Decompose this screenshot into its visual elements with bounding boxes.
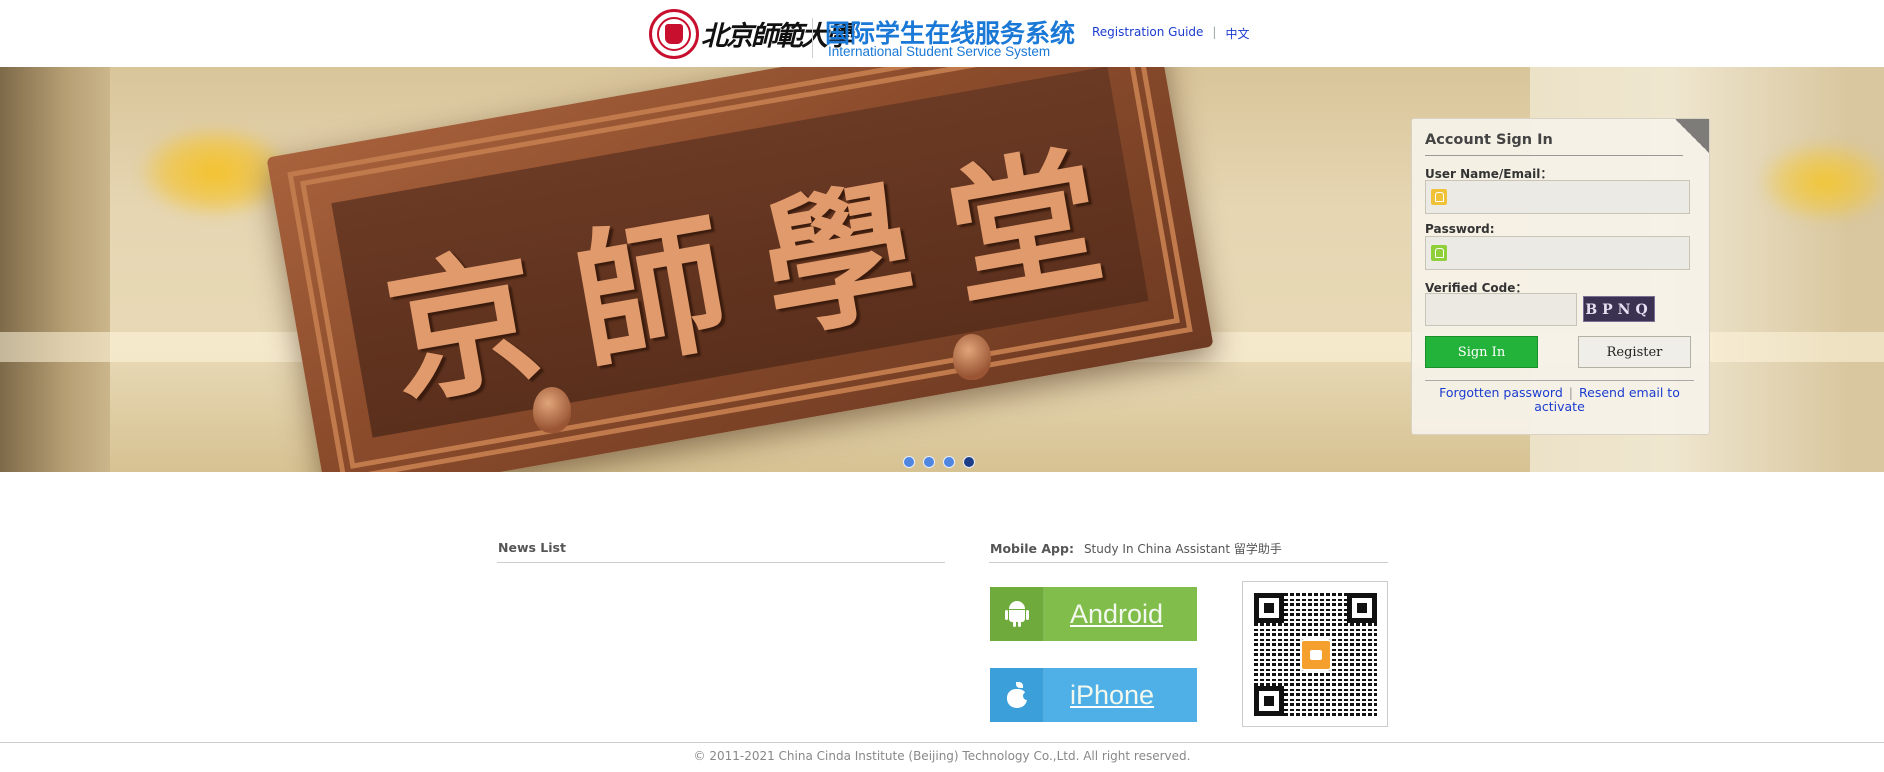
system-title-en[interactable]: International Student Service System — [828, 44, 1050, 59]
apple-bite — [1022, 692, 1031, 700]
plaque-ornament-left — [533, 387, 571, 433]
plaque-char: 師 — [561, 194, 741, 394]
android-head — [1008, 601, 1025, 609]
username-input[interactable] — [1452, 181, 1688, 213]
lock-icon — [1431, 245, 1447, 261]
login-links-divider — [1425, 380, 1694, 381]
login-title: Account Sign In — [1425, 132, 1553, 148]
banner-flower-left — [140, 127, 290, 217]
carousel-dot-2[interactable] — [923, 456, 935, 468]
password-label: Password: — [1425, 222, 1495, 236]
login-title-divider — [1425, 155, 1683, 156]
login-panel: Account Sign In User Name/Email： Passwor… — [1411, 118, 1710, 435]
news-list-divider — [497, 562, 945, 563]
plaque-ornament-right — [953, 334, 991, 380]
verify-code-input[interactable] — [1430, 294, 1574, 326]
qr-finder — [1254, 686, 1284, 716]
forgot-password-link[interactable]: Forgotten password — [1439, 385, 1563, 400]
android-icon — [990, 587, 1044, 641]
qr-finder — [1254, 593, 1284, 623]
mobile-app-divider — [989, 562, 1388, 563]
language-switch-link[interactable]: 中文 — [1225, 25, 1249, 42]
banner-flower-right — [1760, 142, 1884, 222]
login-links-separator: | — [1568, 385, 1573, 400]
apple-leaf — [1015, 682, 1023, 688]
site-header: 北京師範大學 国际学生在线服务系统 International Student … — [0, 0, 1884, 67]
apple-shape — [1006, 682, 1031, 708]
logo-divider — [812, 18, 813, 58]
qr-finder — [1347, 593, 1377, 623]
android-download-button[interactable]: Android — [990, 587, 1197, 641]
iphone-download-button[interactable]: iPhone — [990, 668, 1197, 722]
register-button[interactable]: Register — [1578, 336, 1691, 368]
footer-copyright: © 2011-2021 China Cinda Institute (Beiji… — [693, 749, 1191, 763]
password-field[interactable] — [1425, 236, 1690, 270]
mobile-app-title: Mobile App: — [990, 541, 1074, 556]
android-leg — [1012, 621, 1016, 627]
android-label: Android — [1070, 598, 1164, 629]
carousel-dot-1[interactable] — [903, 456, 915, 468]
sign-in-button[interactable]: Sign In — [1425, 336, 1538, 368]
user-icon — [1431, 189, 1447, 205]
banner-pillar-left — [0, 67, 110, 472]
qr-app-logo-icon — [1300, 639, 1332, 671]
footer-divider — [0, 742, 1884, 743]
android-body — [1008, 610, 1025, 622]
mobile-app-heading: Mobile App: Study In China Assistant 留学助… — [990, 540, 1282, 557]
android-arm — [1004, 610, 1008, 620]
plaque-char: 學 — [748, 161, 928, 361]
header-nav: Registration Guide | 中文 — [1092, 25, 1249, 42]
app-qr-code-box — [1242, 581, 1388, 727]
username-field[interactable] — [1425, 180, 1690, 214]
university-seal-icon[interactable] — [649, 9, 699, 59]
apple-icon — [990, 668, 1044, 722]
carousel-dot-4[interactable] — [963, 456, 975, 468]
nav-separator: | — [1212, 25, 1217, 39]
android-robot-shape — [1004, 601, 1029, 627]
carousel-dot-3[interactable] — [943, 456, 955, 468]
registration-guide-link[interactable]: Registration Guide — [1092, 25, 1203, 42]
android-arm — [1025, 610, 1029, 620]
captcha-image[interactable]: BPNQ — [1583, 296, 1655, 322]
banner-plaque-image: 京 師 學 堂 — [266, 67, 1214, 472]
app-qr-code-image — [1254, 593, 1377, 716]
mobile-app-subtitle: Study In China Assistant 留学助手 — [1083, 542, 1282, 556]
news-list-title: News List — [498, 540, 566, 555]
qr-login-toggle-icon[interactable] — [1675, 119, 1709, 153]
login-help-links: Forgotten password | Resend email to activ… — [1425, 386, 1694, 414]
carousel-dots — [903, 456, 975, 468]
password-input[interactable] — [1452, 237, 1688, 269]
iphone-label: iPhone — [1070, 679, 1155, 710]
seal-core — [665, 24, 683, 44]
android-leg — [1017, 621, 1021, 627]
verify-code-field[interactable] — [1425, 293, 1577, 326]
